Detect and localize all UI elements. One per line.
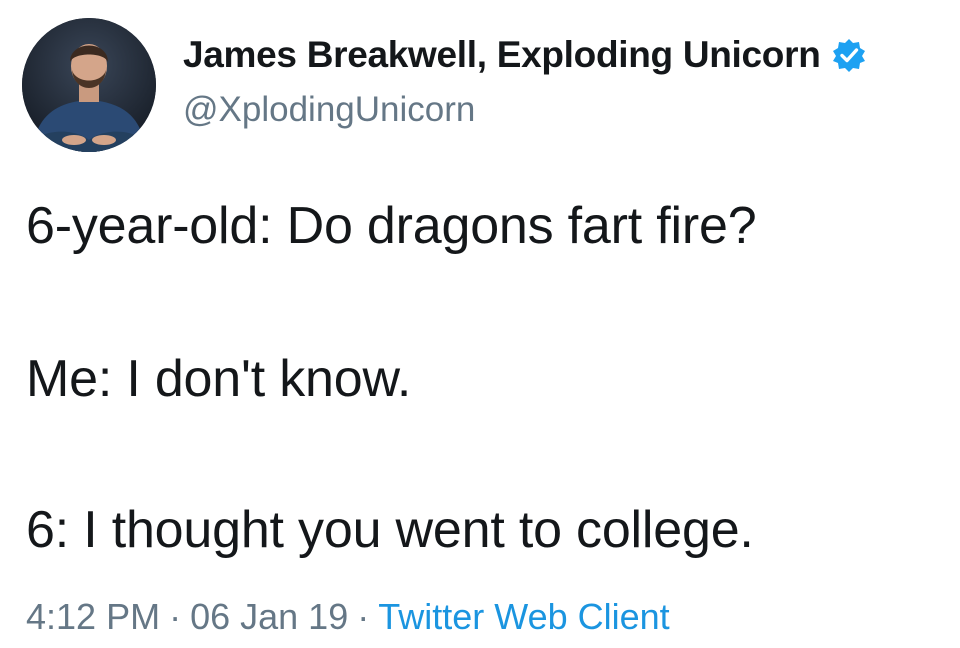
author-name-row: James Breakwell, Exploding Unicorn [183,34,867,76]
tweet-card: James Breakwell, Exploding Unicorn @Xplo… [0,0,960,648]
tweet-text-line: 6: I thought you went to college. [26,501,754,559]
tweet-text-line: Me: I don't know. [26,350,412,408]
tweet-metadata: 4:12 PM · 06 Jan 19 · Twitter Web Client [26,596,670,638]
verified-badge-icon [831,37,867,73]
author-handle[interactable]: @XplodingUnicorn [183,90,475,130]
tweet-text-line: 6-year-old: Do dragons fart fire? [26,197,757,255]
author-display-name[interactable]: James Breakwell, Exploding Unicorn [183,34,821,76]
avatar-photo [22,18,156,152]
tweet-time[interactable]: 4:12 PM [26,596,160,637]
meta-separator: · [169,596,182,637]
meta-separator: · [357,596,370,637]
tweet-client-link[interactable]: Twitter Web Client [378,596,669,637]
tweet-date[interactable]: 06 Jan 19 [190,596,348,637]
author-avatar[interactable] [22,18,156,152]
